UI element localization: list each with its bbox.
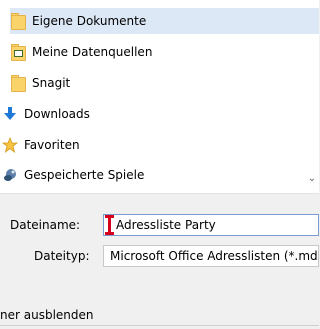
nav-item-label: Gespeicherte Spiele [24, 168, 145, 182]
nav-item-label: Favoriten [24, 138, 80, 152]
nav-item-label: Meine Datenquellen [32, 45, 153, 59]
data-sources-folder-icon [10, 44, 26, 61]
nav-item-label: Snagit [32, 76, 71, 90]
download-arrow-icon [2, 106, 18, 122]
folder-icon [10, 75, 26, 92]
folder-icon [10, 13, 26, 30]
nav-item-meine-datenquellen[interactable]: Meine Datenquellen [10, 39, 152, 65]
nav-item-label: Downloads [24, 107, 90, 121]
filetype-select[interactable]: Microsoft Office Adresslisten (*.mdb) [103, 245, 319, 267]
filetype-value: Microsoft Office Adresslisten (*.mdb) [110, 249, 319, 263]
nav-item-gespeicherte-spiele[interactable]: Gespeicherte Spiele [2, 162, 144, 188]
nav-item-downloads[interactable]: Downloads [2, 101, 90, 127]
footer-divider [0, 325, 319, 326]
star-icon [1, 136, 19, 154]
filename-label: Dateiname: [10, 218, 81, 232]
filetype-label: Dateityp: [34, 249, 90, 263]
text-cursor-icon [105, 215, 114, 235]
nav-item-favoriten[interactable]: Favoriten [1, 132, 80, 158]
navigation-pane[interactable]: Eigene Dokumente Meine Datenquellen Snag… [0, 0, 319, 193]
chevron-down-icon[interactable]: ⌄ [307, 174, 317, 184]
nav-item-eigene-dokumente[interactable]: Eigene Dokumente [10, 8, 319, 34]
nav-item-snagit[interactable]: Snagit [10, 70, 70, 96]
saved-games-icon [2, 167, 18, 183]
filename-input[interactable]: Adressliste Party [103, 214, 319, 236]
nav-item-label: Eigene Dokumente [32, 14, 147, 28]
hide-folders-link[interactable]: ner ausblenden [0, 308, 94, 322]
divider [0, 193, 319, 194]
filename-value: Adressliste Party [116, 218, 216, 232]
